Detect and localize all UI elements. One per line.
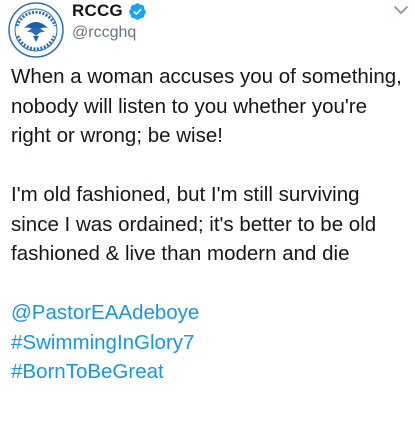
tweet-paragraph-1: When a woman accuses you of something, n… bbox=[11, 65, 402, 147]
display-name[interactable]: RCCG bbox=[72, 1, 123, 21]
name-row: RCCG bbox=[72, 0, 385, 22]
hashtag-swimminginglory7[interactable]: #SwimmingInGlory7 bbox=[11, 328, 411, 358]
tweet-paragraph-2: I'm old fashioned, but I'm still survivi… bbox=[11, 183, 377, 265]
mention-pastoreaadeboye[interactable]: @PastorEAAdeboye bbox=[11, 298, 411, 328]
avatar[interactable] bbox=[8, 2, 64, 58]
rccg-church-logo-icon bbox=[8, 2, 64, 58]
tweet-header: RCCG @rccghq bbox=[72, 0, 385, 42]
hashtag-borntobegreat[interactable]: #BornToBeGreat bbox=[11, 357, 411, 387]
tweet-card: RCCG @rccghq When a woman accuses you of… bbox=[0, 0, 415, 421]
user-handle[interactable]: @rccghq bbox=[72, 24, 385, 42]
mentions-and-hashtags: @PastorEAAdeboye #SwimmingInGlory7 #Born… bbox=[11, 298, 411, 387]
tweet-text: When a woman accuses you of something, n… bbox=[11, 62, 411, 387]
chevron-down-icon[interactable] bbox=[393, 3, 409, 15]
verified-badge-icon bbox=[128, 2, 147, 21]
